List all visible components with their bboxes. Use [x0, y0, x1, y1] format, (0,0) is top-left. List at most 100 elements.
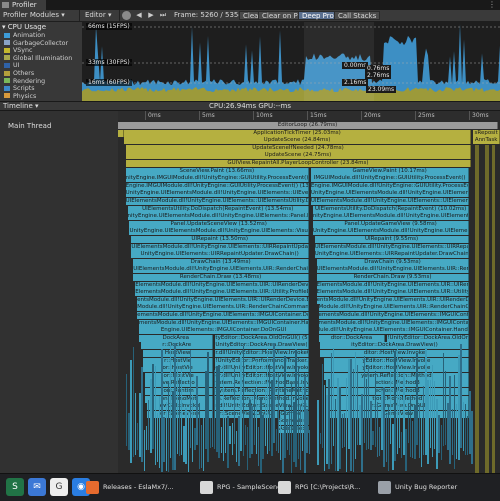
flame-sample[interactable]: Panel.UpdateSceneView (13.52ms) [129, 220, 309, 228]
flame-sample[interactable]: UpdateSceneIfNeeded (24.78ms) [125, 144, 472, 152]
flame-sample[interactable]: GUIView.RepaintAll.PlayerLoopController … [125, 160, 472, 167]
next-frame-icon[interactable]: ▶ [146, 11, 156, 20]
flame-sample[interactable]: AnnTask [473, 137, 500, 145]
flame-sample[interactable]: ApplicationTickTimer (25.03ms) [123, 129, 472, 137]
flame-deep-column [385, 413, 387, 462]
taskbar-app-button[interactable]: Releases - EslaMx7/... [86, 478, 174, 497]
current-frame-icon[interactable]: ⏭ [158, 11, 168, 20]
flame-sample[interactable]: UIRepaint (13.50ms) [131, 236, 309, 243]
pinned-app-icon[interactable]: G [50, 478, 68, 496]
flame-sample[interactable]: IMGUIModule.dll!UnityEngine::GUIUtility.… [310, 175, 470, 183]
flame-sample[interactable]: DockArea [139, 334, 214, 342]
flame-sample[interactable]: ElementsModule.dll!UnityEngine.UIElement… [316, 281, 470, 289]
taskbar-app-button[interactable]: Unity Bug Reporter [378, 478, 457, 497]
taskbar-app-button[interactable]: RPG [C:\Projects\R... [278, 478, 360, 497]
flame-sample[interactable]: UnityEngine.UIElementsModule.dll!UnityEn… [129, 228, 309, 236]
module-item[interactable]: Physics [4, 93, 36, 101]
flame-sample[interactable]: RenderChain.Draw (13.48ms) [133, 274, 309, 281]
flame-sample[interactable]: UIElementsModule.dll!UnityEngine.UIEleme… [125, 198, 309, 205]
flame-sample[interactable]: ityEditor::DockArea.DrawView() [320, 342, 470, 350]
flame-sample[interactable]: ElementsModule.dll!UnityEngine.UIElement… [316, 289, 470, 297]
cpu-usage-graph[interactable]: 66ms (15FPS) 33ms (30FPS) 16ms (60FPS) 0… [82, 22, 500, 101]
flame-sample[interactable]: Engine.IMGUIModule.dll!UnityEngine::GUIU… [310, 182, 470, 190]
flame-sample[interactable]: UIElementsModule.dll!UnityEngine.UIEleme… [133, 266, 309, 274]
flame-sample[interactable]: Module.dll!UnityEngine.UIElements.UIR::R… [137, 304, 309, 312]
flame-sample[interactable]: r::DockAre [140, 342, 214, 350]
flame-sample[interactable]: ementsModule.dll!UnityEngine.UIElements:… [137, 312, 309, 319]
flame-sample[interactable]: GameView.Paint (10.17ms) [310, 167, 470, 175]
flame-deep-column [438, 415, 440, 453]
flame-sample[interactable]: dtor::DockArea [318, 334, 386, 342]
profiler-modules-dropdown[interactable]: Profiler Modules ▾ [0, 10, 80, 21]
flame-sample[interactable]: HostView [142, 350, 214, 357]
flame-sample[interactable]: EditorLoop (26.79ms) [118, 122, 499, 129]
flame-sample[interactable]: UIElementsModule.dll!UnityEngine.UIEleme… [310, 198, 470, 205]
flame-sample[interactable]: Engine.IMGUIModule.dll!UnityEngine::GUIU… [125, 182, 309, 190]
flame-deep-column [183, 426, 185, 462]
flame-sample[interactable]: Panel.UpdateGameView (9.58ms) [312, 220, 470, 228]
flame-deep-column [447, 403, 449, 450]
taskbar-app-button[interactable]: RPG - SampleScene... [200, 478, 287, 497]
flame-deep-column [187, 410, 189, 472]
flame-deep-column [178, 377, 181, 457]
flame-deep-column [284, 356, 286, 458]
flame-sample[interactable]: ementsModule.dll!UnityEngine.UIElements:… [318, 312, 470, 319]
pinned-app-icon[interactable]: S [6, 478, 24, 496]
flame-sample[interactable]: UIElementsModule.dll!UnityEngine.UIEleme… [316, 266, 470, 274]
target-dropdown[interactable]: Editor ▾ [82, 10, 120, 21]
flame-sample[interactable]: ElementsModule.dll!UnityEngine.UIElement… [135, 289, 309, 297]
flame-sample[interactable]: UpdateScene (24.75ms) [125, 152, 472, 160]
flame-deep-column [209, 417, 211, 448]
flame-sample[interactable]: UnityEngine.UIElementsModule.dll!UnityEn… [312, 228, 470, 236]
flame-sample[interactable]: sReposit [473, 129, 500, 137]
flame-sample[interactable]: SceneView.Paint (13.66ms) [125, 167, 309, 175]
taskbar-app-label: Releases - EslaMx7/... [103, 483, 174, 491]
flame-sample[interactable]: UIRepaint (9.55ms) [314, 236, 470, 243]
flame-deep-column [306, 408, 308, 453]
flame-sample[interactable]: UnityEngine.UIElementsModule.dll!UnityEn… [310, 190, 470, 198]
module-color-swatch [4, 40, 10, 46]
flame-sample[interactable]: mentsModule.dll!UnityEngine.UIElements::… [318, 319, 470, 327]
flame-deep-column [304, 375, 306, 473]
flame-sample[interactable]: DrawChain (9.53ms) [316, 258, 470, 266]
flame-sample[interactable]: RenderChain.Draw (9.53ms) [316, 274, 470, 281]
flame-sample[interactable]: UnityEngine.UIElements::UIRRepaintUpdate… [131, 251, 309, 259]
flame-sample[interactable]: UnityEngine.UIElementsModule.dll!UnityEn… [125, 190, 309, 198]
flame-sample[interactable]: nityEngine.UIElementsModule.dll!UnityEng… [312, 213, 470, 221]
flame-deep-column [403, 372, 405, 455]
flame-deep-column [143, 430, 145, 472]
flame-sample[interactable]: entsModule.dll!UnityEngine.UIElements.UI… [316, 296, 470, 304]
main-thread-label[interactable]: Main Thread [8, 122, 51, 130]
flame-sample[interactable]: DrawChain (13.49ms) [133, 258, 309, 266]
flame-sample[interactable]: mentsModule.dll!UnityEngine.UIElements::… [139, 319, 309, 327]
cpu-usage-module[interactable]: ▾ CPU Usage [2, 23, 46, 32]
flame-sample[interactable]: nityEngine.IMGUIModule.dll!UnityEngine::… [125, 175, 309, 183]
call-stacks-button[interactable]: Call Stacks [334, 11, 381, 20]
flame-sample[interactable]: UIElementsUtility.DoDispatch(RepaintEven… [127, 205, 309, 213]
pinned-app-icon[interactable]: ✉ [28, 478, 46, 496]
flame-sample[interactable]: UIElementsUtility.DoDispatch(RepaintEven… [312, 205, 470, 213]
flame-sample[interactable]: UnityEngine.UIElements::UIRRepaintUpdate… [314, 251, 470, 259]
flame-sample[interactable]: UpdateScene (24.84ms) [123, 137, 472, 145]
prev-frame-icon[interactable]: ◀ [134, 11, 144, 20]
flame-deep-column [233, 368, 236, 444]
profiler-icon [2, 2, 9, 8]
record-icon[interactable] [122, 11, 131, 20]
flame-sample[interactable]: ElementsModule.dll!UnityEngine.UIElement… [135, 281, 309, 289]
flame-sample[interactable]: lule.dll!UnityEngine.UIElements::IMGUICo… [318, 327, 470, 335]
flame-side-column [484, 144, 490, 473]
flame-deep-column [321, 364, 324, 449]
flame-sample[interactable]: UIElementsModule.dll!UnityEngine.UIEleme… [314, 243, 470, 251]
more-options-icon[interactable]: ⋮ [488, 0, 496, 10]
flame-sample[interactable]: nityEngine.UIElementsModule.dll!UnityEng… [127, 213, 309, 221]
flame-sample[interactable]: UIElementsModule.dll!UnityEngine.UIEleme… [131, 243, 309, 251]
flame-deep-column [295, 349, 297, 467]
flame-sample[interactable]: tyEditor::DockArea.OldOnGUI() (5.37ms) [215, 334, 309, 342]
flame-sample[interactable]: Engine.UIElements::IMGUIContainer.DoOnGU… [139, 327, 309, 335]
flame-sample[interactable]: entsModule.dll!UnityEngine.UIElements.UI… [137, 296, 309, 304]
flame-sample[interactable]: Module.dll!UnityEngine.UIElements.UIR::R… [318, 304, 470, 312]
flame-sample[interactable]: !UnityEditor::DockArea.OldOnGUI() [387, 334, 470, 342]
flame-deep-column [163, 417, 165, 463]
timeline-flame-chart[interactable]: EditorLoop (26.79ms) ApplicationTickTimer… [118, 120, 500, 473]
flame-deep-column [154, 365, 156, 465]
